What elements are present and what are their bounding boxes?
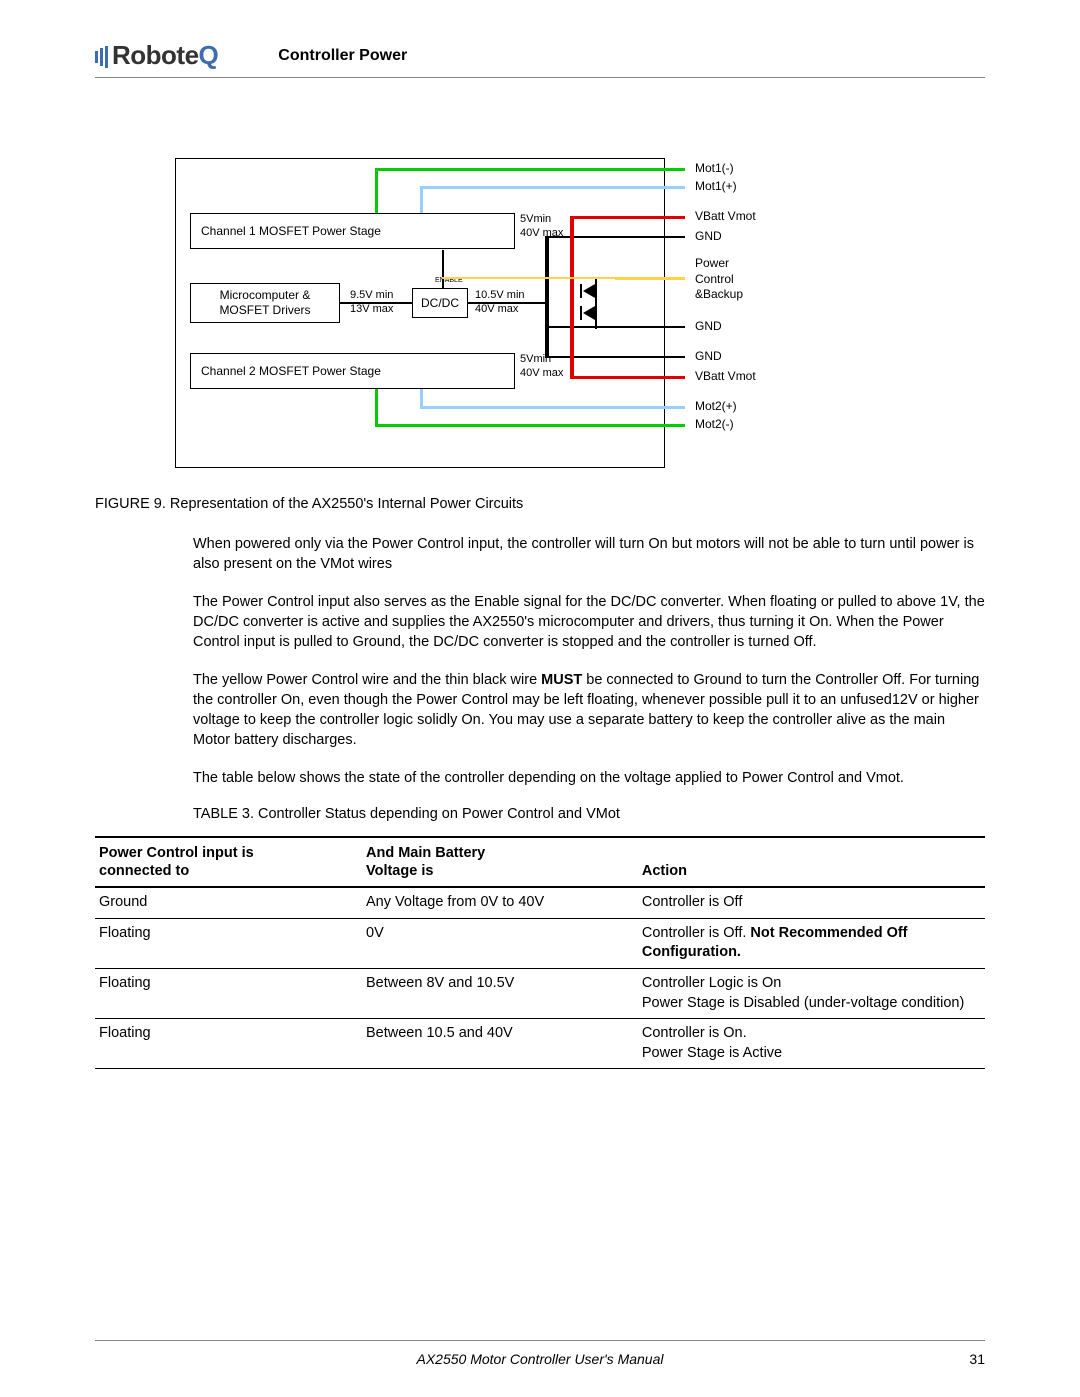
cell: Floating bbox=[95, 1019, 362, 1069]
wire-gnd2 bbox=[545, 326, 685, 328]
wire-gnd1 bbox=[545, 236, 685, 238]
micro-dcdc-wire bbox=[340, 302, 412, 304]
cell: 0V bbox=[362, 918, 638, 968]
lbl-mot1-neg: Mot1(-) bbox=[695, 161, 734, 177]
enable-wire-h bbox=[442, 277, 617, 279]
paragraph-4: The table below shows the state of the c… bbox=[193, 768, 985, 788]
cell-text: Controller is Off bbox=[642, 894, 742, 910]
cell: Controller is Off. Not Recommended Off C… bbox=[638, 918, 985, 968]
cell: Floating bbox=[95, 968, 362, 1018]
brand-logo: RoboteQ bbox=[95, 40, 218, 71]
vbatt-bus bbox=[570, 216, 574, 378]
cell: Between 8V and 10.5V bbox=[362, 968, 638, 1018]
lbl-gnd3: GND bbox=[695, 349, 722, 365]
lbl-vbatt2: VBatt Vmot bbox=[695, 369, 756, 385]
ch1-volt: 5Vmin 40V max bbox=[520, 212, 563, 241]
wire-mot1-neg bbox=[375, 168, 685, 171]
lbl-gnd2: GND bbox=[695, 319, 722, 335]
mot1pos-drop bbox=[420, 186, 423, 213]
paragraph-3: The yellow Power Control wire and the th… bbox=[193, 670, 985, 750]
p3-a: The yellow Power Control wire and the th… bbox=[193, 672, 541, 688]
micro-box: Microcomputer & MOSFET Drivers bbox=[190, 283, 340, 323]
footer-page-number: 31 bbox=[969, 1351, 985, 1367]
dcdc-out-wire bbox=[468, 302, 548, 304]
dcdc-label: DC/DC bbox=[421, 296, 459, 311]
ch1-label: Channel 1 MOSFET Power Stage bbox=[201, 224, 381, 239]
th-col1: Power Control input is connected to bbox=[95, 837, 362, 887]
cell: Controller is On. Power Stage is Active bbox=[638, 1019, 985, 1069]
ch2-volt: 5Vmin 40V max bbox=[520, 352, 563, 381]
ch1-box: Channel 1 MOSFET Power Stage bbox=[190, 213, 515, 249]
diode-to-pc bbox=[595, 277, 617, 279]
cell: Ground bbox=[95, 887, 362, 918]
table-row: Floating Between 8V and 10.5V Controller… bbox=[95, 968, 985, 1018]
cell-text: Controller Logic is On Power Stage is Di… bbox=[642, 975, 964, 1011]
ch2-box: Channel 2 MOSFET Power Stage bbox=[190, 353, 515, 389]
th-col3: Action bbox=[638, 837, 985, 887]
wire-mot2-pos bbox=[420, 406, 685, 409]
wire-vbatt2 bbox=[570, 376, 685, 379]
figure-caption: FIGURE 9. Representation of the AX2550's… bbox=[95, 496, 985, 512]
cell-text: Controller is On. Power Stage is Active bbox=[642, 1025, 782, 1061]
wire-mot1-pos bbox=[420, 186, 685, 189]
wire-vbatt1 bbox=[570, 216, 685, 219]
lbl-gnd1: GND bbox=[695, 229, 722, 245]
section-title: Controller Power bbox=[278, 47, 407, 65]
gnd-bus bbox=[545, 236, 549, 358]
lbl-mot2-pos: Mot2(+) bbox=[695, 399, 737, 415]
power-circuit-diagram: Channel 1 MOSFET Power Stage 5Vmin 40V m… bbox=[175, 158, 875, 478]
p3-must: MUST bbox=[541, 672, 582, 688]
lbl-power-ctrl: Power Control &Backup bbox=[695, 256, 743, 303]
enable-wire-v bbox=[442, 250, 444, 288]
table-caption: TABLE 3. Controller Status depending on … bbox=[193, 806, 985, 822]
micro-label: Microcomputer & MOSFET Drivers bbox=[219, 288, 310, 318]
diagram-container: Channel 1 MOSFET Power Stage 5Vmin 40V m… bbox=[175, 158, 985, 478]
brand-q: Q bbox=[199, 40, 219, 71]
logo-bars-icon bbox=[95, 40, 110, 71]
cell-text: Controller is Off. bbox=[642, 925, 751, 941]
lbl-mot2-neg: Mot2(-) bbox=[695, 417, 734, 433]
brand-text: Robote bbox=[112, 40, 199, 71]
table-row: Ground Any Voltage from 0V to 40V Contro… bbox=[95, 887, 985, 918]
cell: Between 10.5 and 40V bbox=[362, 1019, 638, 1069]
wire-mot2-neg bbox=[375, 424, 685, 427]
lbl-vbatt1: VBatt Vmot bbox=[695, 209, 756, 225]
ch2-label: Channel 2 MOSFET Power Stage bbox=[201, 364, 381, 379]
table-row: Floating 0V Controller is Off. Not Recom… bbox=[95, 918, 985, 968]
th-col2: And Main Battery Voltage is bbox=[362, 837, 638, 887]
cell: Floating bbox=[95, 918, 362, 968]
table-row: Floating Between 10.5 and 40V Controller… bbox=[95, 1019, 985, 1069]
cell: Controller is Off bbox=[638, 887, 985, 918]
footer-title: AX2550 Motor Controller User's Manual bbox=[416, 1351, 663, 1367]
page-header: RoboteQ Controller Power bbox=[95, 40, 985, 78]
page-footer: AX2550 Motor Controller User's Manual 31 bbox=[95, 1340, 985, 1367]
diode-bus bbox=[595, 277, 597, 329]
paragraph-1: When powered only via the Power Control … bbox=[193, 534, 985, 574]
cell: Controller Logic is On Power Stage is Di… bbox=[638, 968, 985, 1018]
mot1neg-drop bbox=[375, 168, 378, 213]
wire-power-control bbox=[615, 277, 685, 280]
dcdc-box: DC/DC bbox=[412, 288, 468, 318]
paragraph-2: The Power Control input also serves as t… bbox=[193, 592, 985, 652]
wire-gnd3 bbox=[545, 356, 685, 358]
cell: Any Voltage from 0V to 40V bbox=[362, 887, 638, 918]
lbl-mot1-pos: Mot1(+) bbox=[695, 179, 737, 195]
status-table: Power Control input is connected to And … bbox=[95, 836, 985, 1069]
